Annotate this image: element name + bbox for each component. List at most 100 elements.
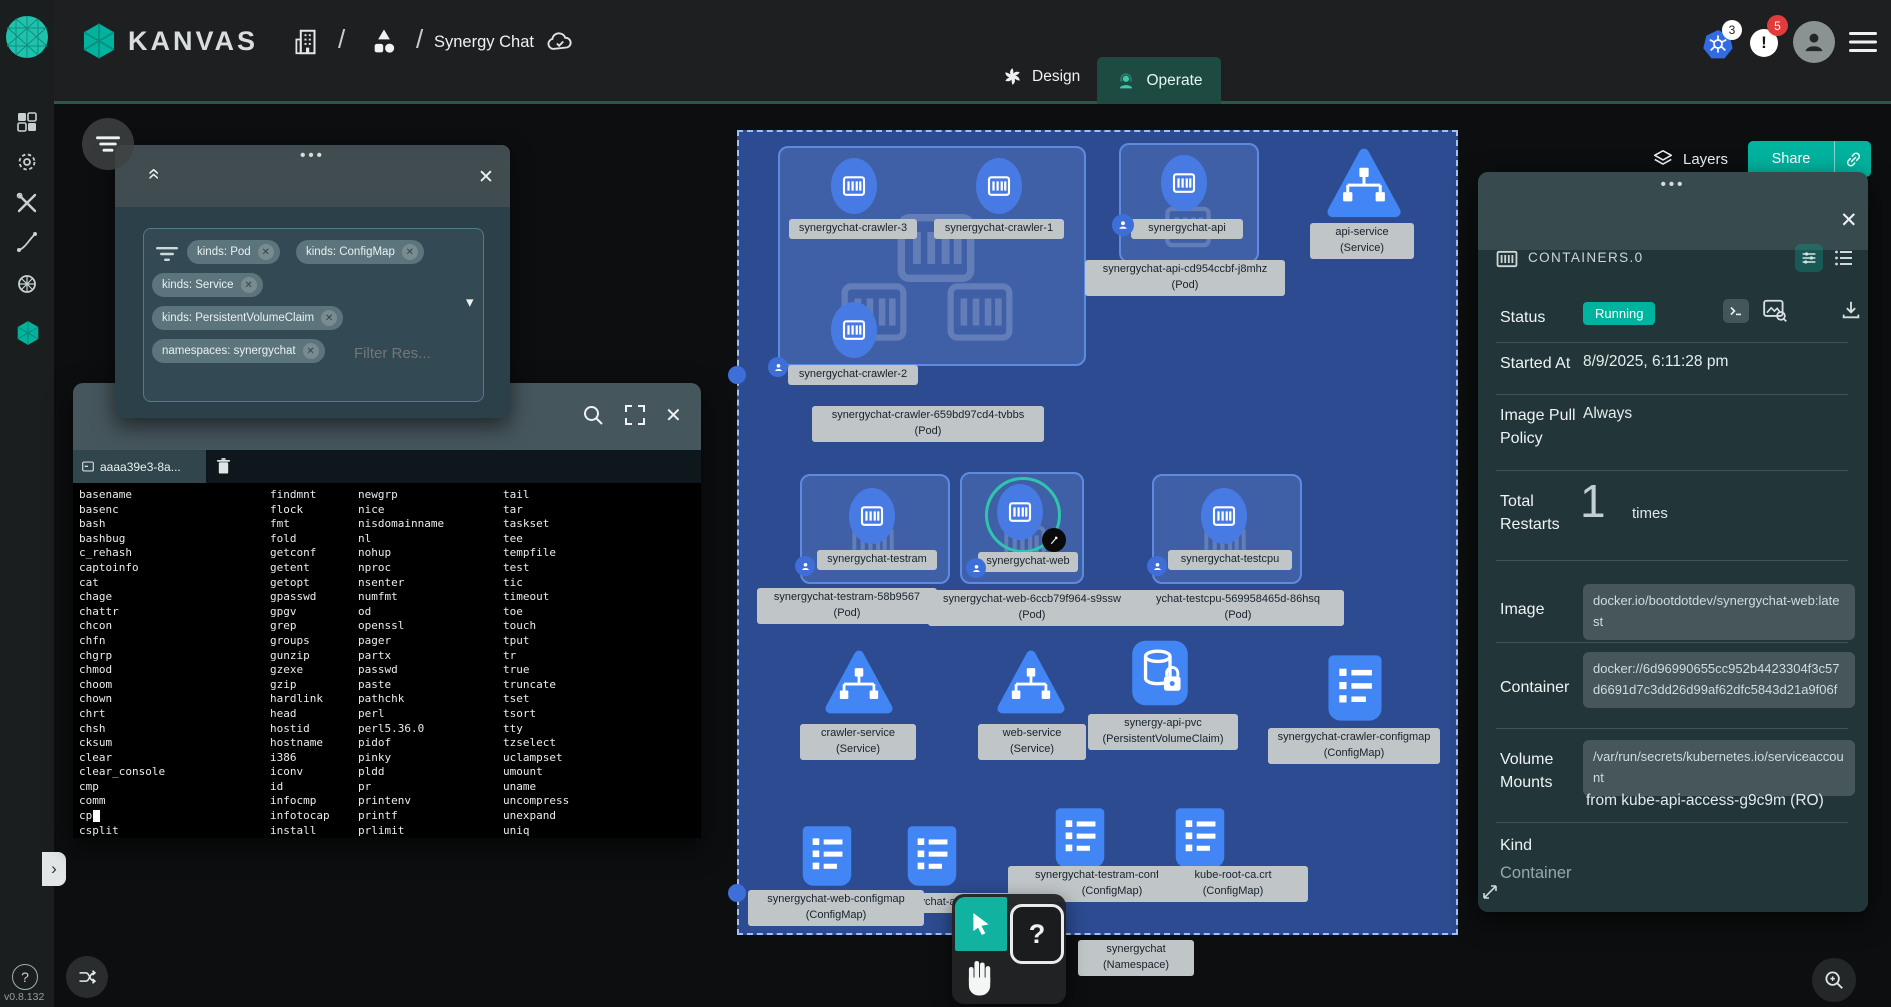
filter-close-icon[interactable]: ✕: [478, 166, 494, 189]
zoom-search-button[interactable]: [1812, 958, 1856, 1002]
node-label-pod: ychat-testcpu-569958465d-86hsq (Pod): [1132, 590, 1344, 626]
group-collapse-badge[interactable]: [1147, 556, 1167, 576]
row-value-image[interactable]: docker.io/bootdotdev/synergychat-web:lat…: [1583, 584, 1855, 640]
terminal-cursor-block: [93, 810, 100, 822]
node-service-crawler[interactable]: [824, 650, 894, 716]
terminal-close-icon[interactable]: ✕: [665, 403, 682, 428]
filter-menu-button[interactable]: [82, 118, 134, 170]
filter-dropdown-caret[interactable]: ▾: [466, 293, 474, 311]
sidebar-item-connections[interactable]: [15, 230, 39, 254]
node-pod-testcpu[interactable]: [1201, 488, 1247, 544]
terminal-tab-active[interactable]: aaaa39e3-8a...: [73, 450, 206, 483]
node-configmap-testram[interactable]: [1053, 806, 1107, 870]
filter-chip-kinds-pod[interactable]: kinds: Pod ✕: [187, 240, 280, 264]
node-pvc-synergy-api[interactable]: [1130, 638, 1190, 708]
tool-help[interactable]: ?: [1010, 904, 1064, 964]
filter-chip-kinds-pvc[interactable]: kinds: PersistentVolumeClaim ✕: [152, 306, 343, 330]
node-service-web[interactable]: [996, 650, 1066, 716]
terminal-column-4: tail tar taskset tee tempfile test tic t…: [503, 488, 569, 838]
chip-remove-icon[interactable]: ✕: [258, 244, 274, 260]
sidebar-expand-flap[interactable]: ›: [42, 852, 66, 886]
download-logs-icon[interactable]: [1840, 299, 1862, 321]
group-collapse-badge[interactable]: [795, 556, 815, 576]
chip-remove-icon[interactable]: ✕: [241, 277, 257, 293]
tab-design-label: Design: [1032, 68, 1080, 86]
container-icon: [1169, 168, 1199, 198]
chip-remove-icon[interactable]: ✕: [321, 310, 337, 326]
action-badge[interactable]: [1042, 528, 1066, 552]
selection-edge-badge[interactable]: [728, 884, 746, 902]
filter-chip-kinds-configmap[interactable]: kinds: ConfigMap ✕: [296, 240, 424, 264]
chip-remove-icon[interactable]: ✕: [402, 244, 418, 260]
node-configmap-kube-root[interactable]: [1173, 806, 1227, 870]
selection-edge-badge[interactable]: [728, 366, 746, 384]
question-icon: ?: [1029, 919, 1046, 950]
layers-icon: [1652, 148, 1674, 170]
organization-icon[interactable]: [292, 27, 322, 57]
arrange-layout-button[interactable]: [66, 956, 108, 998]
tool-select-arrow[interactable]: [955, 897, 1007, 951]
tab-operate[interactable]: Operate: [1097, 57, 1221, 104]
layers-button[interactable]: Layers: [1652, 148, 1728, 170]
operate-headset-icon: [1115, 70, 1137, 92]
node-pod-crawler-2[interactable]: [831, 302, 877, 358]
node-pod-api[interactable]: [1161, 155, 1207, 211]
collapse-icon[interactable]: «: [142, 168, 166, 180]
terminal-fullscreen-icon[interactable]: [623, 403, 647, 427]
container-icon: [984, 171, 1014, 201]
group-collapse-badge[interactable]: [1112, 214, 1134, 236]
help-button[interactable]: ?: [12, 964, 38, 990]
node-label: api-service (Service): [1310, 223, 1414, 259]
breadcrumb-slash: /: [338, 24, 345, 55]
row-value-volume-mount-path[interactable]: /var/run/secrets/kubernetes.io/serviceac…: [1583, 740, 1855, 796]
brand-wordmark[interactable]: KANVAS: [128, 26, 258, 57]
panel-resize-handle[interactable]: [1482, 884, 1498, 900]
node-pod-web-selected[interactable]: [997, 484, 1043, 540]
drag-handle-dots[interactable]: •••: [115, 147, 510, 164]
terminal-search-icon[interactable]: [581, 403, 605, 427]
hamburger-menu-icon[interactable]: [1849, 31, 1877, 53]
group-collapse-badge[interactable]: [966, 558, 986, 578]
sidebar-item-dashboard[interactable]: [15, 110, 39, 134]
ghost-container-icon: [934, 268, 1026, 356]
terminal-output[interactable]: basename basenc bash bashbug c_rehash ca…: [73, 483, 701, 838]
chevron-right-icon: ›: [51, 859, 57, 879]
node-configmap-crawler[interactable]: [1326, 653, 1384, 723]
view-config-toggle[interactable]: [1795, 244, 1823, 272]
node-pod-crawler-3[interactable]: [831, 158, 877, 214]
share-label: Share: [1772, 151, 1811, 167]
node-configmap-api[interactable]: [905, 824, 959, 888]
node-label: synergychat-api: [1131, 219, 1243, 239]
node-service-api[interactable]: [1325, 148, 1403, 220]
open-terminal-button[interactable]: [1723, 299, 1749, 323]
sidebar-item-settings[interactable]: [15, 150, 39, 174]
sidebar-item-helm[interactable]: [15, 272, 39, 296]
workspace-shapes-icon[interactable]: [368, 26, 400, 58]
filter-chip-namespace[interactable]: namespaces: synergychat ✕: [152, 339, 325, 363]
node-configmap-web[interactable]: [800, 824, 854, 888]
row-label-status: Status: [1500, 306, 1545, 329]
tab-design[interactable]: Design: [1002, 66, 1080, 87]
avatar[interactable]: [1793, 21, 1835, 63]
sidebar-item-kanvas-active[interactable]: [15, 320, 41, 346]
breadcrumb-project-name[interactable]: Synergy Chat: [434, 33, 534, 52]
list-view-icon[interactable]: [1834, 248, 1854, 268]
filter-chip-kinds-service[interactable]: kinds: Service ✕: [152, 273, 263, 297]
trash-icon[interactable]: [216, 457, 231, 475]
row-value-container-id[interactable]: docker://6d96990655cc952b4423304f3c57d66…: [1583, 652, 1855, 708]
node-label: synergychat-crawler-3: [789, 219, 917, 239]
filter-resources-input[interactable]: [352, 344, 466, 363]
divider: [1496, 642, 1848, 643]
group-collapse-badge[interactable]: [768, 357, 788, 377]
node-pod-crawler-1[interactable]: [976, 158, 1022, 214]
details-close-icon[interactable]: ✕: [1840, 208, 1858, 233]
sidebar-item-toolbox[interactable]: [15, 191, 39, 215]
layer5-logo[interactable]: [5, 15, 49, 59]
divider: [1496, 822, 1848, 823]
node-pod-testram[interactable]: [849, 488, 895, 544]
kanvas-logo-icon[interactable]: [80, 22, 118, 60]
drag-handle-dots[interactable]: •••: [1478, 176, 1868, 193]
container-icon: [1005, 497, 1035, 527]
image-inspect-icon[interactable]: [1762, 298, 1788, 323]
chip-remove-icon[interactable]: ✕: [303, 343, 319, 359]
